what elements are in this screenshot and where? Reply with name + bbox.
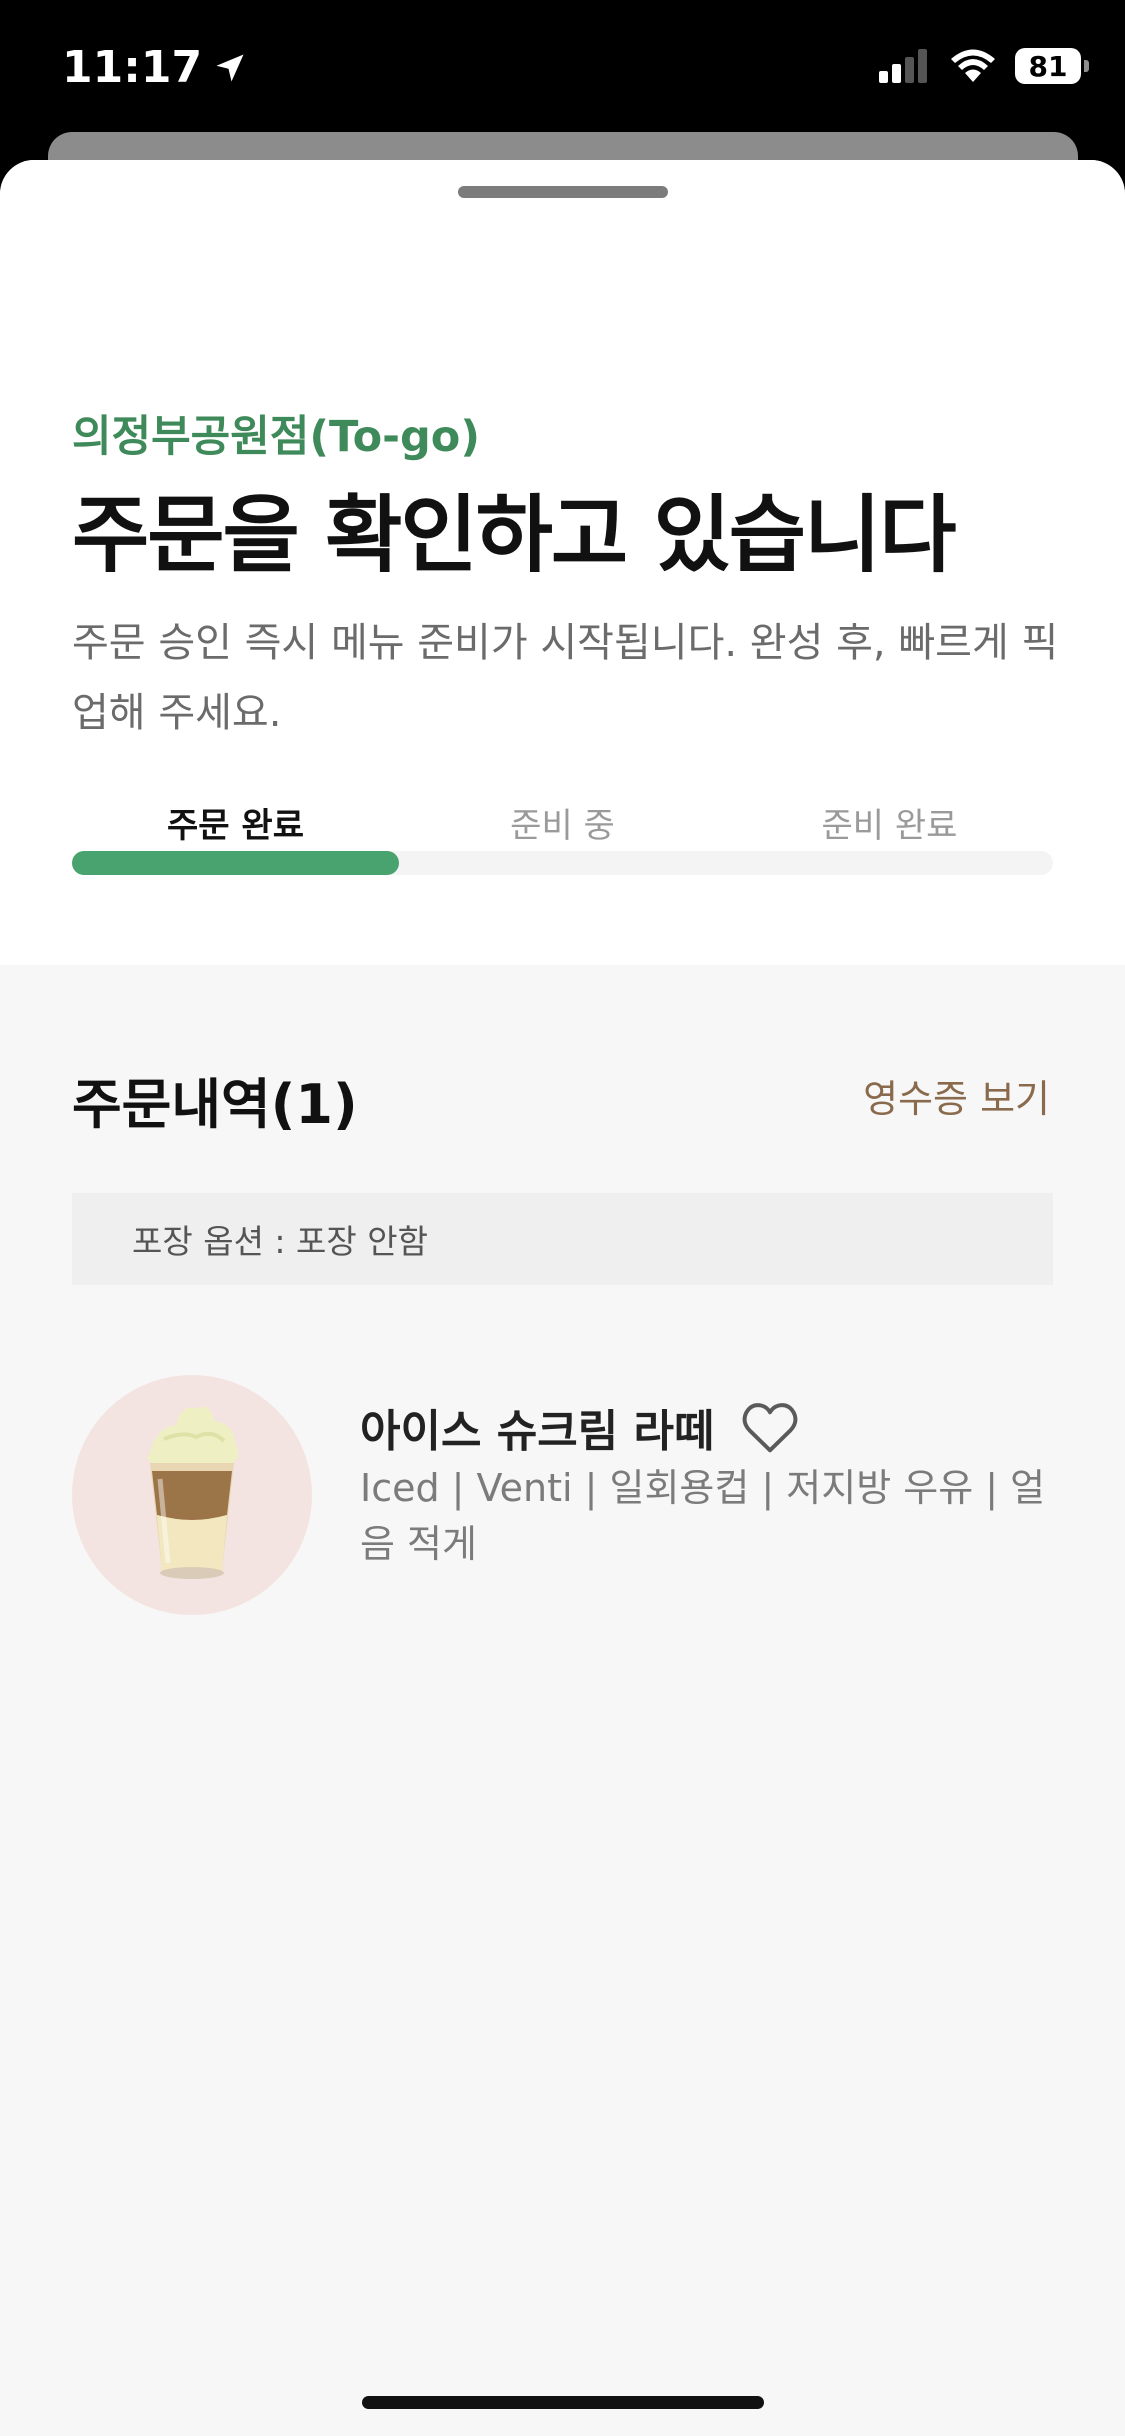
time-label: 11:17 xyxy=(62,42,203,93)
sheet-grabber[interactable] xyxy=(458,186,668,198)
iced-latte-image xyxy=(147,1406,239,1579)
progress-fill xyxy=(72,851,399,875)
item-name-row: 아이스 슈크림 라떼 xyxy=(360,1395,800,1459)
packaging-option-label: 포장 옵션 : 포장 안함 xyxy=(132,1222,428,1261)
location-arrow-icon xyxy=(216,54,244,81)
status-icons: 81 xyxy=(879,48,1089,84)
step-order-complete: 주문 완료 xyxy=(167,806,304,846)
step-preparing: 준비 중 xyxy=(510,806,615,846)
view-receipt-link[interactable]: 영수증 보기 xyxy=(863,1068,1050,1123)
store-name: 의정부공원점(To-go) xyxy=(72,412,480,462)
wifi-icon xyxy=(951,49,995,82)
status-bar: 11:17 81 xyxy=(0,0,1125,135)
cellular-signal-icon xyxy=(879,49,927,83)
battery-icon: 81 xyxy=(1015,48,1089,84)
progress-steps: 주문 완료 준비 중 준비 완료 xyxy=(72,798,1053,848)
item-options: Iced | Venti | 일회용컵 | 저지방 우유 | 얼음 적게 xyxy=(360,1466,1046,1566)
step-ready: 준비 완료 xyxy=(821,806,958,846)
page-title: 주문을 확인하고 있습니다 xyxy=(72,486,957,584)
status-time: 11:17 xyxy=(62,42,248,93)
battery-level: 81 xyxy=(1028,49,1068,83)
order-description: 주문 승인 즉시 메뉴 준비가 시작됩니다. 완성 후, 빠르게 픽업해 주세요… xyxy=(72,620,1059,736)
order-history-title: 주문내역(1) xyxy=(72,1073,358,1136)
item-name: 아이스 슈크림 라떼 xyxy=(360,1406,715,1457)
packaging-option: 포장 옵션 : 포장 안함 xyxy=(72,1193,1053,1285)
drink-image xyxy=(72,1375,312,1615)
order-status-sheet[interactable]: 의정부공원점(To-go) 주문을 확인하고 있습니다 주문 승인 즉시 메뉴 … xyxy=(0,160,1125,2436)
heart-outline-icon[interactable] xyxy=(740,1400,800,1454)
home-indicator[interactable] xyxy=(362,2396,764,2409)
progress-bar xyxy=(72,851,1053,875)
